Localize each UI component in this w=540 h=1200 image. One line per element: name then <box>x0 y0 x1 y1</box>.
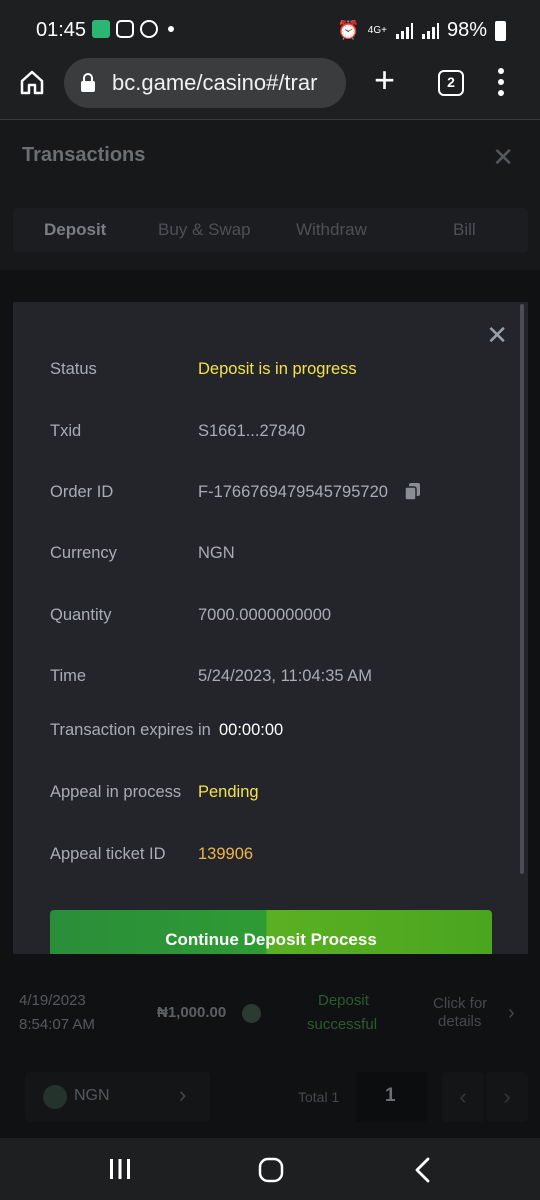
more-menu-icon[interactable] <box>498 68 504 96</box>
tab-withdraw[interactable]: Withdraw <box>296 220 367 240</box>
currency-label: NGN <box>74 1087 110 1104</box>
status-bar: 01:45 ⏰ 4G+ 98% <box>0 0 540 58</box>
back-icon[interactable] <box>412 1157 432 1183</box>
naira-coin-icon <box>43 1085 67 1109</box>
row-time: 8:54:07 AM <box>19 1016 95 1033</box>
chevron-right-icon: › <box>179 1082 187 1107</box>
instagram-icon <box>116 20 134 38</box>
close-icon[interactable]: ✕ <box>492 142 514 173</box>
order-id-value: F-1766769479545795720 <box>198 483 388 501</box>
row-status-line1: Deposit <box>318 992 369 1009</box>
system-nav-bar <box>0 1138 540 1200</box>
pagination-footer: NGN › Total 1 1 ‹ › <box>0 1072 540 1132</box>
clock: 01:45 <box>36 19 87 41</box>
table-row[interactable]: 4/19/2023 8:54:07 AM ₦1,000.00 Deposit s… <box>0 970 540 1060</box>
row-amount: ₦1,000.00 <box>157 1004 227 1021</box>
signal-icon-2 <box>421 22 439 39</box>
tab-buy-swap[interactable]: Buy & Swap <box>158 220 251 240</box>
chevron-right-icon[interactable]: › <box>508 1002 515 1025</box>
time-label: Time <box>50 667 87 685</box>
alarm-icon: ⏰ <box>337 20 360 40</box>
network-type: 4G+ <box>367 25 387 36</box>
close-icon[interactable]: ✕ <box>486 320 508 351</box>
ticket-label: Appeal ticket ID <box>50 845 166 863</box>
more-notifications-dot <box>168 26 174 32</box>
current-page[interactable]: 1 <box>355 1072 427 1122</box>
expires-label: Transaction expires in <box>50 721 211 739</box>
tab-switcher-button[interactable]: 2 <box>438 70 464 96</box>
tab-bill[interactable]: Bill <box>453 220 476 240</box>
transaction-tabs: Deposit Buy & Swap Withdraw Bill <box>13 208 528 252</box>
status-label: Status <box>50 360 97 378</box>
scrollbar[interactable] <box>520 304 524 874</box>
quantity-label: Quantity <box>50 606 112 624</box>
status-value: Deposit is in progress <box>198 360 357 378</box>
appeal-value: Pending <box>198 783 259 801</box>
new-tab-icon[interactable]: + <box>374 60 395 100</box>
chrome-icon <box>140 20 158 38</box>
time-value: 5/24/2023, 11:04:35 AM <box>198 667 372 685</box>
naira-coin-icon <box>242 1004 261 1023</box>
page-title: Transactions <box>22 144 146 166</box>
lock-icon[interactable] <box>80 73 96 93</box>
total-count: Total 1 <box>298 1089 340 1105</box>
home-button-icon[interactable] <box>258 1157 284 1183</box>
txid-value: S1661...27840 <box>198 422 306 440</box>
continue-deposit-button[interactable]: Continue Deposit Process <box>50 910 492 954</box>
quantity-value: 7000.0000000000 <box>198 606 332 624</box>
tab-deposit[interactable]: Deposit <box>44 220 106 240</box>
row-details-line1[interactable]: Click for <box>433 995 487 1012</box>
row-date: 4/19/2023 <box>19 992 86 1009</box>
appeal-label: Appeal in process <box>50 783 182 801</box>
currency-selector[interactable]: NGN › <box>25 1072 210 1122</box>
currency-label: Currency <box>50 544 117 562</box>
address-bar[interactable]: bc.game/casino#/trar <box>64 58 346 108</box>
ticket-value: 139906 <box>198 845 254 863</box>
signal-icon <box>395 22 413 39</box>
txid-label: Txid <box>50 422 82 440</box>
notification-app-icon <box>92 20 110 38</box>
recent-apps-icon[interactable] <box>108 1158 132 1180</box>
browser-toolbar: bc.game/casino#/trar + 2 <box>0 58 540 120</box>
transaction-detail-modal: ✕ Status Deposit is in progress Txid S16… <box>13 302 528 954</box>
url-text[interactable]: bc.game/casino#/trar <box>112 70 340 96</box>
expires-value: 00:00:00 <box>219 721 284 739</box>
order-id-label: Order ID <box>50 483 114 501</box>
row-details-line2[interactable]: details <box>438 1013 481 1030</box>
battery-level: 98% <box>446 19 487 41</box>
home-icon[interactable] <box>18 68 46 96</box>
next-page-button[interactable]: › <box>486 1072 528 1122</box>
copy-icon[interactable] <box>404 482 422 502</box>
prev-page-button[interactable]: ‹ <box>442 1072 484 1122</box>
battery-icon <box>495 20 506 41</box>
currency-value: NGN <box>198 544 235 562</box>
row-status-line2: successful <box>307 1016 378 1033</box>
